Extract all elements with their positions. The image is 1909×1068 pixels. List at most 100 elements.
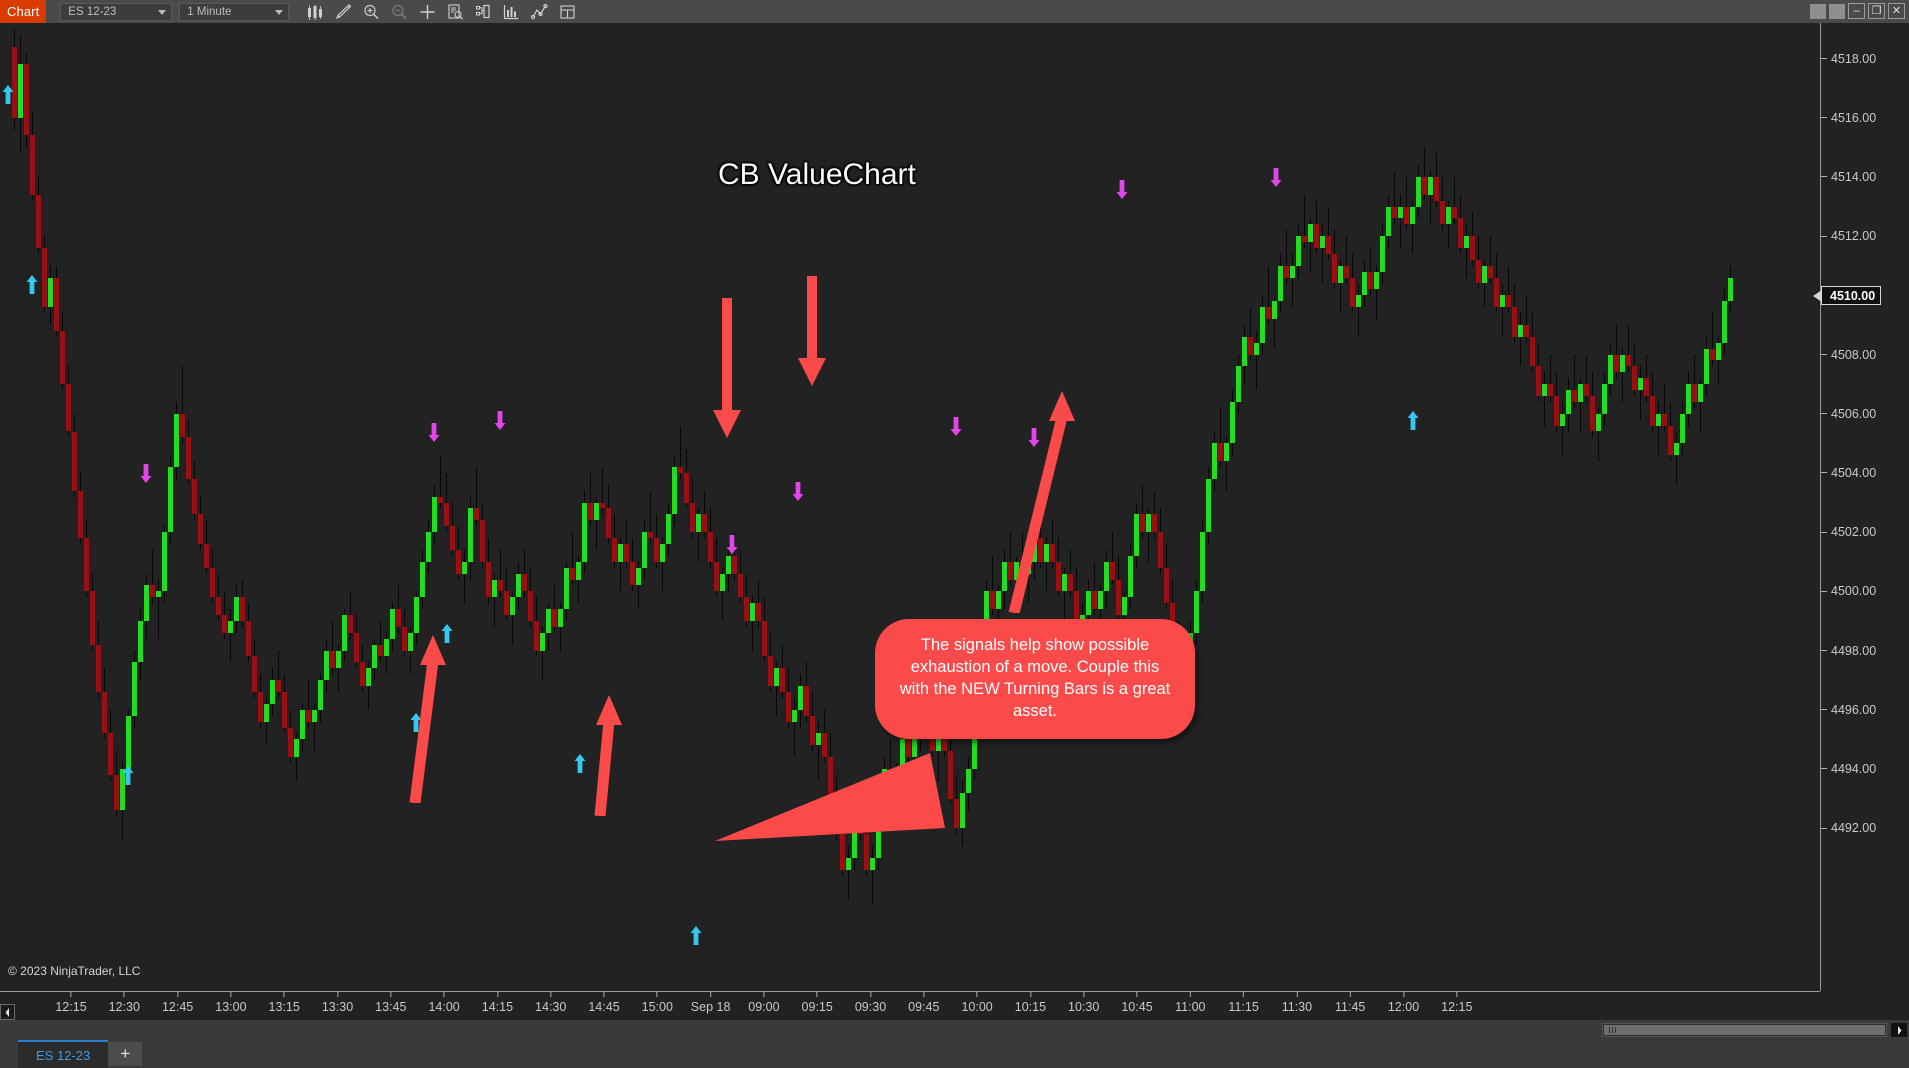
crosshair-icon[interactable] — [415, 2, 440, 23]
scrollbar-thumb[interactable] — [1604, 1025, 1885, 1035]
candle-bar — [53, 265, 59, 337]
chart-trader-icon[interactable] — [555, 2, 580, 23]
time-axis-tick-label: 11:45 — [1335, 1000, 1366, 1014]
candle-body — [713, 561, 719, 592]
toolbar-square-2[interactable] — [1829, 3, 1845, 19]
instrument-selector[interactable]: ES 12-23 — [60, 2, 173, 21]
candle-bar — [1163, 544, 1169, 610]
price-plot[interactable]: CB ValueChart The signals help show poss… — [0, 23, 1820, 991]
toolbar-square-1[interactable] — [1810, 3, 1826, 19]
candle-body — [239, 597, 245, 621]
candle-bar — [323, 638, 329, 692]
candle-bar — [59, 313, 65, 391]
candle-body — [1139, 514, 1145, 533]
sell-signal-arrow-icon — [140, 463, 152, 488]
candle-bar — [29, 111, 35, 201]
time-axis-tick-label: 14:45 — [588, 1000, 620, 1014]
candle-bar — [77, 472, 83, 544]
drawing-tools-icon[interactable] — [331, 2, 356, 23]
time-axis[interactable]: 12:15 12:30 12:45 13:00 13:15 13:30 13:45 14:00… — [0, 991, 1820, 1020]
candle-body — [191, 478, 197, 515]
chart-window-tag: Chart — [0, 0, 47, 23]
candle-body — [1247, 336, 1253, 355]
candle-body — [1127, 555, 1133, 598]
chart-properties-icon[interactable] — [471, 2, 496, 23]
candle-bar — [989, 555, 995, 616]
candle-bar — [89, 573, 95, 651]
candle-bar — [1259, 295, 1265, 355]
candle-body — [467, 508, 473, 562]
candle-bar — [557, 603, 563, 651]
buy-signal-arrow-icon — [26, 274, 38, 299]
candle-bar — [1373, 265, 1379, 320]
candle-body — [227, 620, 233, 633]
candle-body — [1355, 295, 1361, 308]
restore-button[interactable]: ❐ — [1868, 3, 1885, 19]
candle-bar — [665, 502, 671, 556]
indicators-icon[interactable] — [499, 2, 524, 23]
candle-bar — [593, 496, 599, 550]
price-axis[interactable]: 4518.00 4516.00 4514.00 4512.00 4510.00 4508.… — [1812, 23, 1909, 991]
candle-bar — [1469, 212, 1475, 266]
interval-selector[interactable]: 1 Minute — [179, 2, 290, 21]
zoom-out-icon[interactable] — [387, 2, 412, 23]
close-button[interactable]: ✕ — [1888, 3, 1905, 19]
candle-bar — [737, 549, 743, 604]
scroll-left-button[interactable] — [0, 1004, 15, 1020]
candle-body — [1607, 354, 1613, 385]
candle-body — [1397, 206, 1403, 219]
candle-bar — [545, 603, 551, 651]
candle-body — [1193, 591, 1199, 633]
candle-body — [749, 603, 755, 621]
candle-bar — [1133, 502, 1139, 568]
candle-bar — [749, 597, 755, 651]
data-series-icon[interactable] — [443, 2, 468, 23]
chart-type-icon[interactable] — [303, 2, 328, 23]
candle-body — [161, 532, 167, 592]
candle-bar — [221, 591, 227, 639]
time-axis-tick-label: 13:30 — [321, 1000, 354, 1014]
candle-bar — [215, 573, 221, 621]
tab-es-12-23[interactable]: ES 12-23 — [18, 1040, 109, 1068]
candle-wick — [1561, 401, 1563, 456]
candle-bar — [299, 703, 305, 752]
candle-bar — [677, 425, 683, 479]
candle-body — [611, 538, 617, 562]
candle-bar — [233, 585, 239, 633]
interval-value: 1 Minute — [187, 5, 232, 18]
candle-wick — [229, 609, 231, 663]
minimize-button[interactable]: – — [1848, 3, 1865, 19]
chart-canvas-area[interactable]: CB ValueChart The signals help show poss… — [0, 23, 1909, 1020]
add-tab-button[interactable]: + — [108, 1042, 143, 1066]
candle-body — [1091, 591, 1097, 610]
price-axis-tick-label: 4516.00 — [1831, 110, 1877, 125]
candle-bar — [65, 366, 71, 438]
candle-body — [263, 703, 269, 722]
strategies-icon[interactable] — [527, 2, 552, 23]
time-axis-tick: 09:30 — [855, 992, 886, 1014]
time-axis-tick: 13:30 — [322, 992, 353, 1014]
candle-bar — [95, 620, 101, 698]
candle-body — [1229, 401, 1235, 444]
scroll-right-button[interactable] — [1891, 1023, 1907, 1037]
price-axis-tick: 4494.00 — [1821, 762, 1876, 776]
price-axis-tick: 4496.00 — [1821, 703, 1876, 717]
horizontal-scrollbar[interactable] — [1602, 1023, 1887, 1037]
candle-bar — [275, 650, 281, 698]
candle-bar — [713, 538, 719, 598]
candle-bar — [251, 638, 257, 698]
time-axis-tick-label: 13:00 — [215, 1000, 247, 1014]
candle-body — [1109, 561, 1115, 580]
candle-bar — [1475, 236, 1481, 290]
zoom-in-icon[interactable] — [359, 2, 384, 23]
callout-text: The signals help show possible exhaustio… — [899, 636, 1171, 720]
candle-body — [671, 467, 677, 515]
candle-body — [689, 502, 695, 533]
candle-body — [629, 561, 635, 586]
chart-toolbar: Chart ES 12-23 1 Minute – ❐ ✕ — [0, 0, 1909, 23]
candle-bar — [1529, 313, 1535, 373]
candle-body — [131, 662, 137, 716]
sell-signal-arrow-icon — [792, 481, 804, 506]
candle-body — [1703, 348, 1709, 385]
candle-body — [509, 597, 515, 616]
